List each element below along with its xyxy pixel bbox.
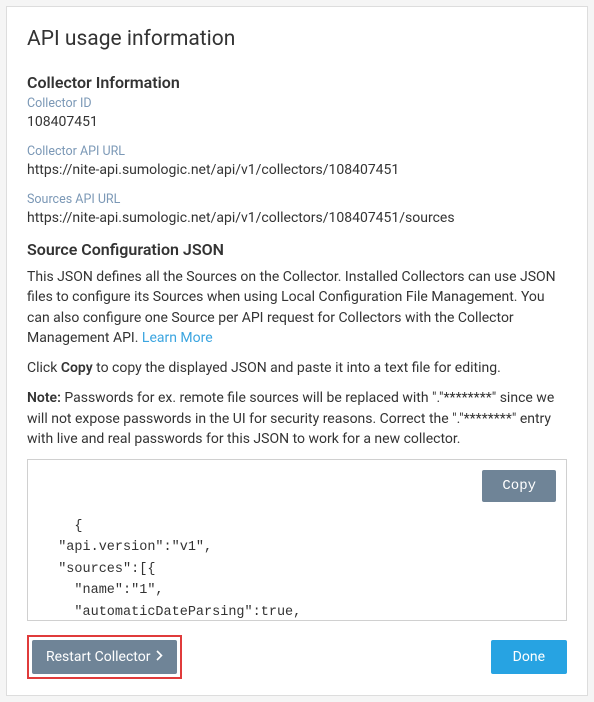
done-button[interactable]: Done: [491, 640, 567, 674]
json-code-block: Copy { "api.version":"v1", "sources":[{ …: [27, 459, 567, 621]
restart-collector-button[interactable]: Restart Collector: [32, 640, 177, 674]
collector-id-value: 108407451: [27, 114, 567, 130]
click-suffix: to copy the displayed JSON and paste it …: [93, 360, 501, 376]
copy-button[interactable]: Copy: [482, 470, 556, 502]
copy-word: Copy: [61, 360, 93, 376]
restart-highlight-box: Restart Collector: [27, 635, 182, 679]
json-content: { "api.version":"v1", "sources":[{ "name…: [42, 519, 350, 622]
restart-label: Restart Collector: [46, 649, 150, 665]
collector-info-heading: Collector Information: [27, 73, 567, 92]
collector-api-url-label: Collector API URL: [27, 144, 567, 159]
description-text: This JSON defines all the Sources on the…: [27, 269, 556, 346]
chevron-right-icon: [156, 649, 163, 665]
click-prefix: Click: [27, 360, 61, 376]
page-title: API usage information: [27, 27, 567, 51]
learn-more-link[interactable]: Learn More: [142, 330, 213, 346]
source-config-heading: Source Configuration JSON: [27, 240, 567, 259]
api-usage-modal: API usage information Collector Informat…: [6, 6, 588, 696]
collector-api-url-value: https://nite-api.sumologic.net/api/v1/co…: [27, 162, 567, 178]
source-config-description: This JSON defines all the Sources on the…: [27, 267, 567, 348]
collector-id-label: Collector ID: [27, 96, 567, 111]
note-text: Note: Passwords for ex. remote file sour…: [27, 388, 567, 449]
sources-api-url-label: Sources API URL: [27, 192, 567, 207]
note-body: Passwords for ex. remote file sources wi…: [27, 390, 554, 447]
modal-footer: Restart Collector Done: [27, 635, 567, 679]
note-prefix: Note:: [27, 390, 61, 406]
copy-instruction: Click Copy to copy the displayed JSON an…: [27, 358, 567, 378]
sources-api-url-value: https://nite-api.sumologic.net/api/v1/co…: [27, 210, 567, 226]
